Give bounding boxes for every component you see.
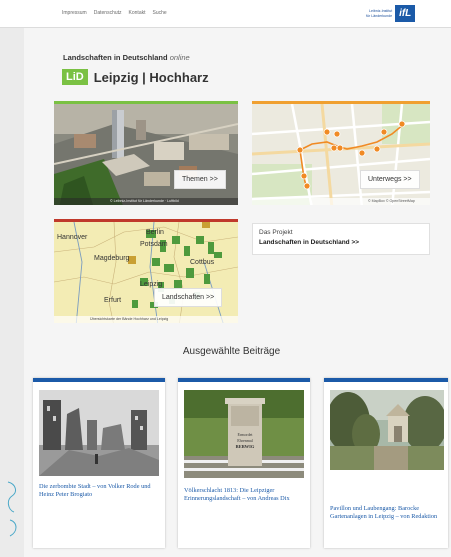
top-bar: Impressum Datenschutz Kontakt Suche Leib… xyxy=(0,0,451,28)
article-caption-2[interactable]: Völkerschlacht 1813: Die Leipziger Erinn… xyxy=(184,487,302,502)
article-image-3[interactable] xyxy=(330,390,444,470)
site-title-row: LiD Leipzig | Hochharz xyxy=(62,69,209,85)
article-card-2[interactable]: Ermordet Ehrenmal BERWIG Völkerschlacht … xyxy=(178,378,310,548)
route-map xyxy=(252,104,430,205)
institute-logo-link[interactable]: Leibniz-Institut für Länderkunde ifL xyxy=(366,5,416,22)
aerial-photo xyxy=(54,104,238,205)
baroque-garden-painting xyxy=(330,390,444,470)
institute-name-line1: Leibniz-Institut xyxy=(369,9,393,14)
top-navigation: Impressum Datenschutz Kontakt Suche xyxy=(62,10,167,16)
stone-text-line2: Ehrenmal xyxy=(237,438,253,443)
subtitle-bold: Landschaften in Deutschland xyxy=(63,53,168,62)
site-title: Leipzig | Hochharz xyxy=(93,69,209,85)
landschaften-button[interactable]: Landschaften >> xyxy=(154,288,223,307)
stone-text: Ermordet Ehrenmal BERWIG xyxy=(184,390,304,478)
projekt-box[interactable]: Das Projekt Landschaften in Deutschland … xyxy=(252,223,430,255)
map-label-berlin: Berlin xyxy=(146,229,164,236)
subtitle-italic: online xyxy=(169,53,190,62)
article-caption-1[interactable]: Die zerbombte Stadt – von Volker Rode un… xyxy=(39,483,157,498)
nav-suche[interactable]: Suche xyxy=(153,10,167,16)
landschaften-footer: Übersichtskarte der Bände Hochharz und L… xyxy=(54,316,238,323)
stone-text-line1: Ermordet xyxy=(237,432,253,437)
unterwegs-button[interactable]: Unterwegs >> xyxy=(360,170,420,189)
article-card-1[interactable]: Die zerbombte Stadt – von Volker Rode un… xyxy=(33,378,165,548)
unterwegs-footer: © MapBox © OpenStreetMap xyxy=(252,198,430,205)
unterwegs-tile[interactable]: Unterwegs >> © MapBox © OpenStreetMap xyxy=(252,101,430,205)
map-labels: Hannover Berlin Potsdam Magdeburg Cottbu… xyxy=(54,222,238,323)
institute-name: Leibniz-Institut für Länderkunde xyxy=(366,9,392,18)
map-label-leipzig: Leipzig xyxy=(140,281,163,288)
ifl-logo: ifL xyxy=(395,5,416,22)
map-label-hannover: Hannover xyxy=(57,234,88,241)
map-label-potsdam: Potsdam xyxy=(140,241,168,248)
projekt-link[interactable]: Landschaften in Deutschland >> xyxy=(259,239,423,246)
landschaften-tile[interactable]: Hannover Berlin Potsdam Magdeburg Cottbu… xyxy=(54,219,238,323)
ruined-city-photo xyxy=(39,390,159,476)
article-card-3[interactable]: Pavillon und Laubengang: Barocke Gartena… xyxy=(324,378,448,548)
institute-name-line2: für Länderkunde xyxy=(366,13,393,18)
nav-datenschutz[interactable]: Datenschutz xyxy=(94,10,122,16)
projekt-label: Das Projekt xyxy=(259,229,293,236)
nav-impressum[interactable]: Impressum xyxy=(62,10,87,16)
article-image-1[interactable] xyxy=(39,390,159,476)
chat-widget-icon[interactable] xyxy=(6,480,20,540)
article-image-2[interactable]: Ermordet Ehrenmal BERWIG xyxy=(184,390,304,478)
section-title: Ausgewählte Beiträge xyxy=(182,346,281,357)
map-label-cottbus: Cottbus xyxy=(190,259,215,266)
article-caption-3[interactable]: Pavillon und Laubengang: Barocke Gartena… xyxy=(330,505,442,520)
stone-text-line3: BERWIG xyxy=(235,444,255,449)
map-label-erfurt: Erfurt xyxy=(104,297,122,304)
themen-footer: © Leibniz-Institut für Länderkunde · Luf… xyxy=(54,198,238,205)
themen-tile[interactable]: Themen >> © Leibniz-Institut für Länderk… xyxy=(54,101,238,205)
themen-button[interactable]: Themen >> xyxy=(174,170,226,189)
nav-kontakt[interactable]: Kontakt xyxy=(129,10,146,16)
site-subtitle: Landschaften in Deutschland online xyxy=(63,53,190,62)
lid-badge: LiD xyxy=(62,69,88,85)
map-label-magdeburg: Magdeburg xyxy=(94,255,130,262)
